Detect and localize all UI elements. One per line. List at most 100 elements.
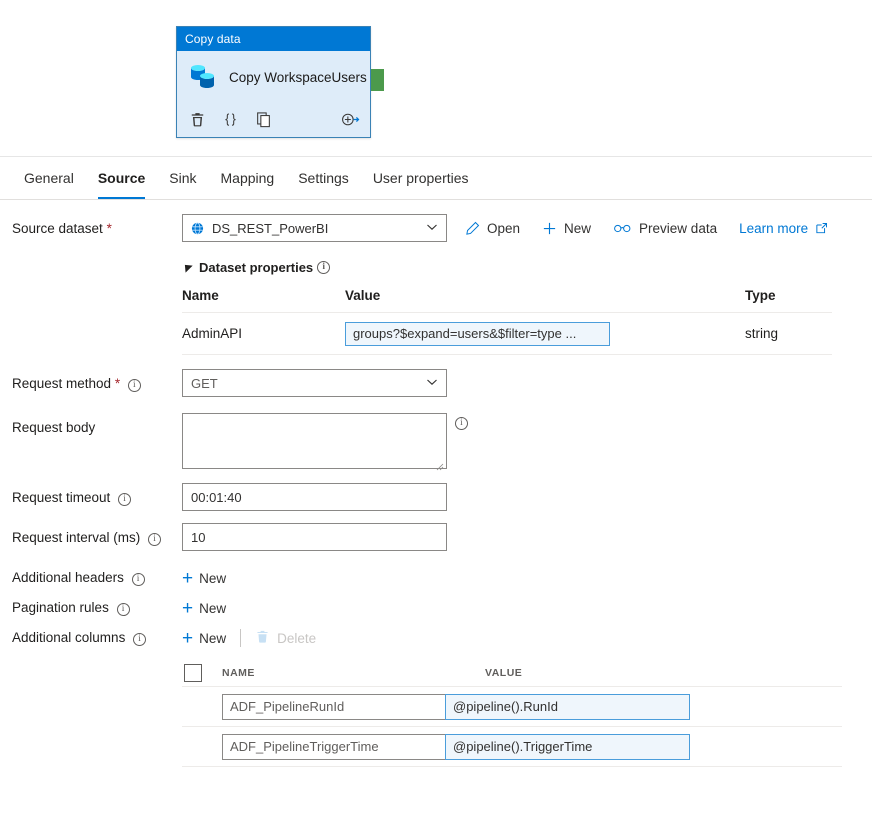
additional-headers-info-icon[interactable]: i <box>132 573 145 586</box>
tab-settings[interactable]: Settings <box>286 157 361 199</box>
pagination-rules-info-icon[interactable]: i <box>117 603 130 616</box>
table-row: ADF_PipelineRunId @pipeline().RunId <box>182 687 842 727</box>
column-value-input[interactable]: @pipeline().RunId <box>445 694 690 720</box>
activity-action-bar <box>177 103 370 135</box>
request-interval-value: 10 <box>191 530 205 545</box>
resize-handle-icon[interactable] <box>436 458 444 466</box>
rest-dataset-icon <box>191 222 204 235</box>
request-method-select[interactable]: GET <box>182 369 447 397</box>
source-dataset-select[interactable]: DS_REST_PowerBI <box>182 214 447 242</box>
copy-data-icon <box>187 61 221 93</box>
request-timeout-row: Request timeout i 00:01:40 <box>0 483 872 513</box>
request-body-row: Request body i <box>0 413 872 469</box>
delete-activity-icon[interactable] <box>189 111 206 128</box>
required-asterisk: * <box>107 221 112 236</box>
additional-columns-grid-wrap: NAME VALUE ADF_PipelineRunId @pipeline()… <box>0 659 872 767</box>
additional-columns-info-icon[interactable]: i <box>133 633 146 646</box>
tab-general[interactable]: General <box>12 157 86 199</box>
select-all-checkbox[interactable] <box>184 664 202 682</box>
column-header-value: VALUE <box>485 667 842 679</box>
plus-icon: + <box>182 629 193 648</box>
property-name: AdminAPI <box>182 326 345 341</box>
add-output-icon[interactable] <box>341 111 358 128</box>
column-header-name: Name <box>182 288 345 303</box>
new-additional-column-label: New <box>199 631 226 646</box>
column-value-cell: @pipeline().TriggerTime <box>445 734 842 760</box>
learn-more-link[interactable]: Learn more <box>739 221 828 236</box>
request-timeout-label: Request timeout i <box>0 483 182 513</box>
property-value-cell: groups?$expand=users&$filter=type ... <box>345 322 745 346</box>
pagination-rules-control: + New <box>182 593 872 623</box>
dataset-properties-label: Dataset properties <box>199 260 313 275</box>
additional-headers-label: Additional headers i <box>0 563 182 593</box>
additional-headers-control: + New <box>182 563 872 593</box>
external-link-icon <box>815 222 828 235</box>
preview-data-label: Preview data <box>639 221 717 236</box>
column-header-type: Type <box>745 288 832 303</box>
request-body-label: Request body <box>0 413 182 443</box>
delete-additional-column-button[interactable]: Delete <box>255 629 316 647</box>
request-interval-input[interactable]: 10 <box>182 523 447 551</box>
tab-sink[interactable]: Sink <box>157 157 208 199</box>
dataset-command-bar: Open New <box>465 214 828 242</box>
request-method-info-icon[interactable]: i <box>128 379 141 392</box>
new-additional-header-button[interactable]: + New <box>182 563 872 593</box>
request-interval-label: Request interval (ms) i <box>0 523 182 553</box>
request-body-textarea[interactable] <box>182 413 447 469</box>
request-method-value: GET <box>191 376 218 391</box>
column-header-value: Value <box>345 288 745 303</box>
preview-data-button[interactable]: Preview data <box>613 221 717 236</box>
toolbar-divider <box>240 629 241 647</box>
collapse-triangle-icon <box>181 261 192 272</box>
request-timeout-label-text: Request timeout <box>12 490 110 505</box>
column-name-input[interactable]: ADF_PipelineRunId <box>222 694 467 720</box>
source-dataset-row: Source dataset * DS_REST_PowerBI <box>0 214 872 244</box>
pagination-rules-label-text: Pagination rules <box>12 600 109 615</box>
new-pagination-rule-button[interactable]: + New <box>182 593 872 623</box>
column-value-input[interactable]: @pipeline().TriggerTime <box>445 734 690 760</box>
new-additional-header-label: New <box>199 571 226 586</box>
request-timeout-info-icon[interactable]: i <box>118 493 131 506</box>
request-interval-row: Request interval (ms) i 10 <box>0 523 872 553</box>
column-name-input[interactable]: ADF_PipelineTriggerTime <box>222 734 467 760</box>
dataset-properties-info-icon[interactable]: i <box>317 261 330 274</box>
activity-name-label: Copy WorkspaceUsers <box>229 70 367 85</box>
additional-headers-row: Additional headers i + New <box>0 563 872 593</box>
grid-header-row: NAME VALUE <box>182 659 842 687</box>
duplicate-icon[interactable] <box>255 111 272 128</box>
column-name-cell: ADF_PipelineTriggerTime <box>182 734 445 760</box>
delete-additional-column-label: Delete <box>277 631 316 646</box>
tab-user-properties[interactable]: User properties <box>361 157 481 199</box>
request-interval-info-icon[interactable]: i <box>148 533 161 546</box>
copy-data-activity-card[interactable]: Copy data Copy WorkspaceUsers <box>176 26 371 138</box>
request-interval-control: 10 <box>182 523 872 551</box>
code-braces-icon[interactable] <box>222 111 239 128</box>
tab-mapping[interactable]: Mapping <box>209 157 287 199</box>
property-type: string <box>745 326 832 341</box>
open-dataset-button[interactable]: Open <box>465 221 520 236</box>
properties-tabbar: General Source Sink Mapping Settings Use… <box>0 156 872 200</box>
pencil-icon <box>465 221 480 236</box>
dataset-properties-toggle[interactable]: Dataset properties i <box>182 254 872 280</box>
column-header-name: NAME <box>222 667 485 679</box>
property-value-input[interactable]: groups?$expand=users&$filter=type ... <box>345 322 610 346</box>
dataset-properties-section: Dataset properties i Name Value Type Adm… <box>0 254 872 355</box>
source-dataset-controls: DS_REST_PowerBI Open <box>182 214 872 242</box>
new-dataset-button[interactable]: New <box>542 221 591 236</box>
request-body-control: i <box>182 413 872 469</box>
chevron-down-icon <box>426 221 438 236</box>
additional-columns-control: + New Delete <box>182 623 872 653</box>
request-method-control: GET <box>182 369 872 397</box>
new-dataset-label: New <box>564 221 591 236</box>
pagination-rules-label: Pagination rules i <box>0 593 182 623</box>
new-additional-column-button[interactable]: + New <box>182 623 226 653</box>
request-timeout-input[interactable]: 00:01:40 <box>182 483 447 511</box>
additional-columns-row: Additional columns i + New Delete <box>0 623 872 653</box>
activity-output-connector[interactable] <box>371 69 384 91</box>
column-name-cell: ADF_PipelineRunId <box>182 694 445 720</box>
request-body-info-icon[interactable]: i <box>455 417 468 430</box>
dataset-properties-header-row: Name Value Type <box>182 288 832 313</box>
glasses-icon <box>613 222 632 234</box>
trash-icon <box>255 629 270 647</box>
tab-source[interactable]: Source <box>86 157 157 199</box>
